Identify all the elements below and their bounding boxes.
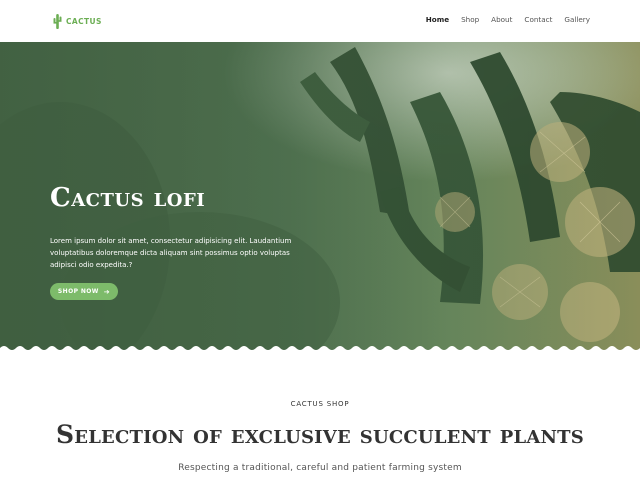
hero-title: Cactus lofi <box>50 183 206 213</box>
cactus-icon <box>53 14 62 29</box>
arrow-right-icon: ➔ <box>103 287 111 296</box>
logo[interactable]: CACTUS <box>53 13 102 29</box>
main-nav: Home Shop About Contact Gallery <box>426 15 590 24</box>
nav-about[interactable]: About <box>491 15 512 24</box>
logo-text: CACTUS <box>66 16 102 26</box>
section-kicker: CACTUS SHOP <box>290 400 350 408</box>
nav-home[interactable]: Home <box>426 15 449 24</box>
site-header: CACTUS Home Shop About Contact Gallery <box>0 0 640 42</box>
hero-description: Lorem ipsum dolor sit amet, consectetur … <box>50 237 292 269</box>
shop-now-label: SHOP NOW <box>57 288 99 295</box>
hero-section: Cactus lofi Lorem ipsum dolor sit amet, … <box>0 42 640 352</box>
hero-wavy-divider <box>0 346 640 354</box>
nav-contact[interactable]: Contact <box>524 15 552 24</box>
nav-gallery[interactable]: Gallery <box>564 15 590 24</box>
section-title: Selection of exclusive succulent plants <box>56 420 584 449</box>
nav-shop[interactable]: Shop <box>461 15 479 24</box>
section-subtitle: Respecting a traditional, careful and pa… <box>178 463 462 473</box>
shop-now-button[interactable]: SHOP NOW ➔ <box>50 283 118 300</box>
